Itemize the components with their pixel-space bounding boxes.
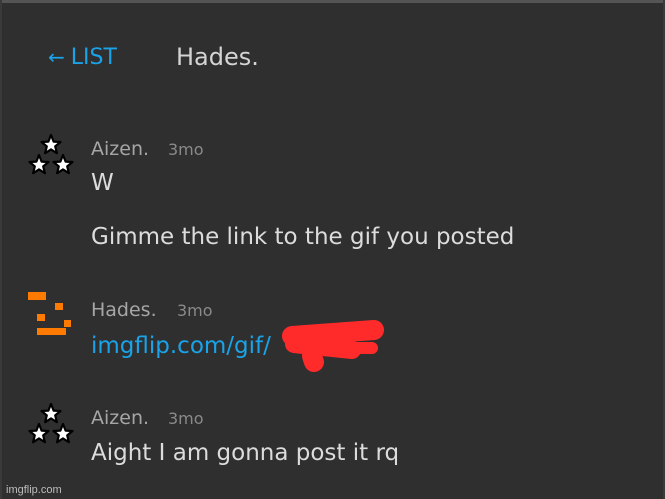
message-timestamp: 3mo xyxy=(168,140,204,159)
left-border xyxy=(0,0,2,499)
message-timestamp: 3mo xyxy=(177,301,213,320)
three-stars-icon[interactable] xyxy=(28,402,74,448)
three-stars-icon[interactable] xyxy=(28,133,74,179)
top-border xyxy=(0,0,665,3)
orange-pixel-face-icon[interactable] xyxy=(26,290,72,336)
message-text: Gimme the link to the gif you posted xyxy=(91,224,515,250)
back-to-list-link[interactable]: ← LIST xyxy=(48,43,117,72)
redaction-scribble xyxy=(282,320,384,372)
message-author[interactable]: Hades. xyxy=(91,298,157,322)
back-arrow-icon: ← xyxy=(48,45,65,69)
message-text: W xyxy=(91,170,114,196)
imgflip-watermark: imgflip.com xyxy=(6,484,62,496)
message-text: Aight I am gonna post it rq xyxy=(91,440,400,466)
message-timestamp: 3mo xyxy=(168,409,204,428)
message-author[interactable]: Aizen. xyxy=(91,406,149,430)
thread-title: Hades. xyxy=(176,43,259,71)
gif-link[interactable]: imgflip.com/gif/ xyxy=(91,331,271,361)
back-label: LIST xyxy=(70,45,117,70)
message-author[interactable]: Aizen. xyxy=(91,137,149,161)
